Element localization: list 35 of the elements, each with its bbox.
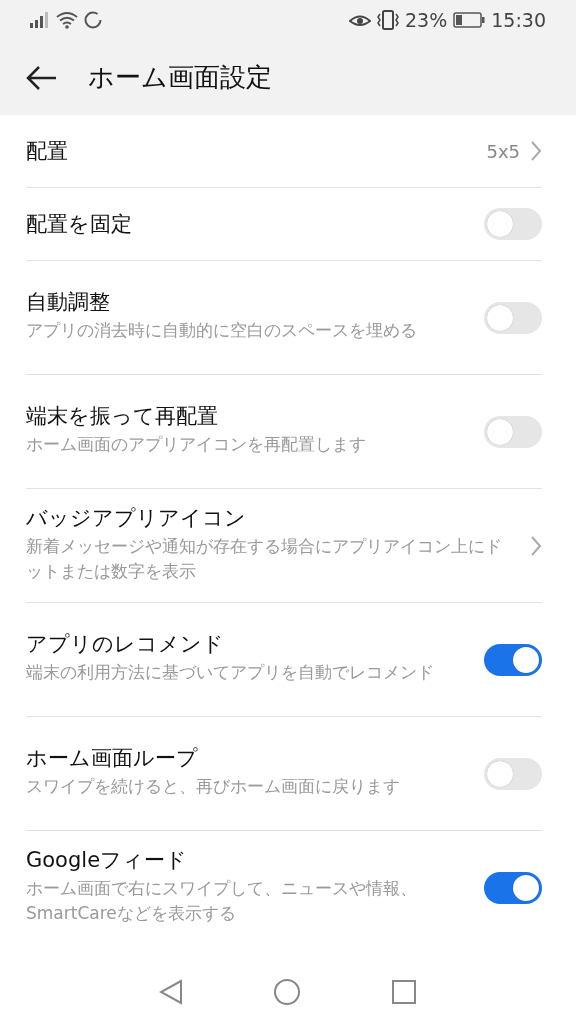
setting-title[interactable]: Googleフィード [26, 846, 464, 874]
chevron-right-icon [530, 140, 542, 162]
setting-description: 端末の利用方法に基づいてアプリを自動でレコメンド [26, 661, 435, 684]
toggle-switch[interactable] [484, 757, 542, 790]
back-nav-button[interactable] [159, 979, 183, 1005]
toggle-switch[interactable] [484, 208, 542, 240]
toggle-switch[interactable] [484, 301, 542, 334]
toggle-switch[interactable] [484, 415, 542, 448]
setting-description: アプリの消去時に自動的に空白のスペースを埋める [26, 319, 418, 342]
setting-value: 5x5 [486, 140, 520, 162]
circle-icon [84, 11, 102, 29]
vibrate-icon [377, 10, 399, 30]
toggle-switch[interactable] [484, 872, 542, 904]
home-nav-button[interactable] [273, 978, 301, 1006]
setting-title[interactable]: 端末を振って再配置 [26, 402, 464, 430]
wifi-icon [56, 11, 78, 29]
setting-title[interactable]: 配置を固定 [26, 210, 464, 238]
battery-icon [453, 12, 486, 28]
back-button[interactable] [26, 64, 58, 91]
setting-description: ホーム画面のアプリアイコンを再配置します [26, 433, 367, 456]
toggle-switch[interactable] [484, 643, 542, 676]
clock-time: 15:30 [491, 9, 546, 31]
battery-percent: 23% [405, 9, 448, 31]
signal-icon [30, 12, 50, 28]
recents-nav-button[interactable] [391, 979, 417, 1005]
setting-title[interactable]: ホーム画面ループ [26, 744, 464, 772]
setting-title[interactable]: 配置 [26, 137, 467, 165]
chevron-right-icon [530, 534, 542, 557]
setting-description: スワイプを続けると、再びホーム画面に戻ります [26, 775, 401, 798]
setting-title[interactable]: バッジアプリアイコン [26, 503, 510, 532]
setting-title[interactable]: アプリのレコメンド [26, 630, 464, 658]
page-title: ホーム画面設定 [88, 61, 272, 94]
setting-title[interactable]: 自動調整 [26, 288, 464, 316]
setting-description: ホーム画面で右にスワイプして、ニュースや情報、SmartCareなどを表示する [26, 877, 418, 925]
setting-description: 新着メッセージや通知が存在する場合にアプリアイコン上にドットまたは数字を表示 [26, 534, 503, 583]
